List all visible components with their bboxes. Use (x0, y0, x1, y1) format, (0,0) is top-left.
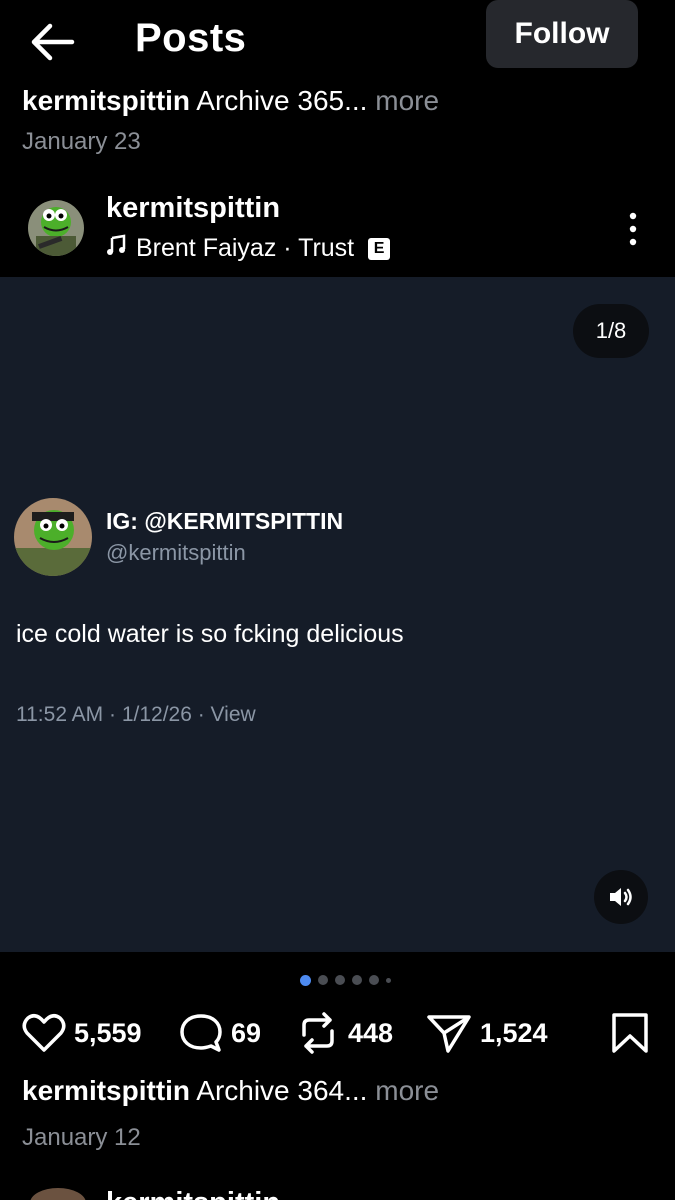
post-media[interactable] (0, 277, 675, 952)
share-button[interactable]: 1,524 (426, 1008, 548, 1058)
page-title: Posts (135, 16, 247, 60)
caption-username[interactable]: kermitspittin (22, 85, 190, 116)
embedded-text: ice cold water is so fcking delicious (16, 620, 404, 648)
embedded-avatar (14, 498, 92, 576)
embedded-display-name: IG: @KERMITSPITTIN (106, 508, 344, 534)
sound-toggle-icon[interactable] (594, 870, 648, 924)
more-options-icon[interactable] (620, 210, 646, 250)
action-bar: 5,559 69 448 1,524 (22, 1008, 652, 1058)
bookmark-icon (610, 1012, 650, 1054)
caption-username[interactable]: kermitspittin (22, 1075, 190, 1106)
previous-post-caption: kermitspittin Archive 365... more (22, 80, 662, 120)
more-link[interactable]: more (375, 1075, 439, 1106)
like-count: 5,559 (74, 1017, 142, 1048)
post-date: January 12 (22, 1124, 141, 1151)
embedded-meta: 11:52 AM · 1/12/26 · View (16, 703, 256, 726)
post-username[interactable]: kermitspittin (106, 1180, 280, 1200)
post-caption: kermitspittin Archive 364... more (22, 1075, 439, 1107)
explicit-badge: E (368, 237, 391, 260)
carousel-dots (300, 974, 391, 986)
comment-button[interactable]: 69 (179, 1008, 261, 1058)
back-arrow-icon[interactable] (28, 20, 78, 64)
avatar[interactable] (30, 1188, 86, 1200)
carousel-dot (369, 975, 379, 985)
carousel-dot (386, 977, 391, 983)
music-row[interactable]: Brent Faiyaz · Trust E (106, 234, 391, 263)
post-username[interactable]: kermitspittin (106, 192, 280, 225)
carousel-dot (318, 975, 328, 985)
top-bar: Posts Follow (0, 0, 675, 80)
follow-button[interactable]: Follow (486, 0, 638, 68)
send-icon (426, 1012, 472, 1054)
comment-icon (179, 1012, 223, 1054)
carousel-dot (300, 974, 311, 986)
embedded-handle: @kermitspittin (106, 540, 246, 565)
repost-count: 448 (348, 1017, 394, 1048)
share-count: 1,524 (480, 1017, 548, 1048)
repost-button[interactable]: 448 (296, 1008, 393, 1058)
avatar[interactable] (28, 200, 84, 256)
carousel-dot (352, 975, 362, 985)
heart-icon (22, 1013, 66, 1053)
more-link[interactable]: more (375, 85, 439, 116)
comment-count: 69 (231, 1017, 262, 1048)
bookmark-button[interactable] (610, 1008, 650, 1058)
carousel-counter: 1/8 (573, 304, 649, 358)
song-label: Brent Faiyaz · Trust (136, 234, 355, 262)
carousel-dot (335, 975, 345, 985)
like-button[interactable]: 5,559 (22, 1008, 142, 1058)
caption-text: Archive 365... (196, 85, 368, 116)
caption-text: Archive 364... (196, 1075, 368, 1106)
post-date: January 23 (22, 128, 141, 155)
repost-icon (296, 1011, 340, 1055)
music-note-icon (106, 234, 126, 263)
